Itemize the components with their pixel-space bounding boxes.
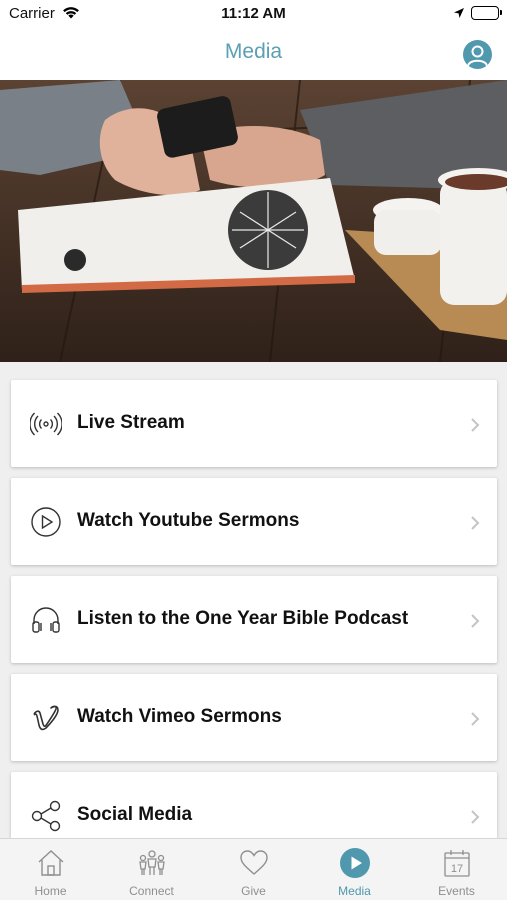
list-item-label: Social Media xyxy=(77,804,193,825)
chevron-right-icon xyxy=(470,613,480,629)
chevron-right-icon xyxy=(470,809,480,825)
tab-label: Events xyxy=(438,884,475,898)
profile-button[interactable] xyxy=(463,40,492,69)
live-stream-icon xyxy=(29,408,63,440)
tab-connect[interactable]: Connect xyxy=(101,839,202,900)
list-item-label: Live Stream xyxy=(77,412,185,433)
tab-media[interactable]: Media xyxy=(304,839,405,900)
heart-icon xyxy=(238,847,270,879)
play-circle-icon xyxy=(339,847,371,879)
share-icon xyxy=(30,800,62,832)
list-item-bible-podcast[interactable]: Listen to the One Year Bible Podcast xyxy=(11,576,497,663)
tab-label: Give xyxy=(241,884,266,898)
play-circle-icon xyxy=(30,506,62,538)
list-item-live-stream[interactable]: Live Stream xyxy=(11,380,497,467)
list-item-label: Listen to the One Year Bible Podcast xyxy=(77,608,409,629)
chevron-right-icon xyxy=(470,417,480,433)
battery-icon xyxy=(471,6,502,20)
chevron-right-icon xyxy=(470,711,480,727)
tab-label: Home xyxy=(34,884,67,898)
tab-bar: Home Connect Give Media 17 Events xyxy=(0,838,507,900)
tab-give[interactable]: Give xyxy=(203,839,304,900)
list-item-vimeo-sermons[interactable]: Watch Vimeo Sermons xyxy=(11,674,497,761)
hero-image xyxy=(0,80,507,362)
status-time: 11:12 AM xyxy=(221,5,286,22)
status-bar: Carrier 11:12 AM xyxy=(0,0,507,28)
tab-label: Connect xyxy=(129,884,174,898)
tab-home[interactable]: Home xyxy=(0,839,101,900)
list-item-label: Watch Vimeo Sermons xyxy=(77,706,282,727)
tab-label: Media xyxy=(338,884,371,898)
list-item-youtube-sermons[interactable]: Watch Youtube Sermons xyxy=(11,478,497,565)
vimeo-icon xyxy=(30,702,62,734)
people-icon xyxy=(136,847,168,879)
user-icon xyxy=(467,45,488,67)
navigation-bar: Media xyxy=(0,28,507,80)
tab-events[interactable]: 17 Events xyxy=(406,839,507,900)
chevron-right-icon xyxy=(470,515,480,531)
page-title: Media xyxy=(224,40,283,63)
hero-photo xyxy=(0,80,507,362)
svg-text:17: 17 xyxy=(450,863,462,875)
location-arrow-icon xyxy=(453,6,465,23)
headphones-icon xyxy=(30,604,62,636)
home-icon xyxy=(35,847,67,879)
list-item-label: Watch Youtube Sermons xyxy=(77,510,300,531)
calendar-icon: 17 xyxy=(441,847,473,879)
